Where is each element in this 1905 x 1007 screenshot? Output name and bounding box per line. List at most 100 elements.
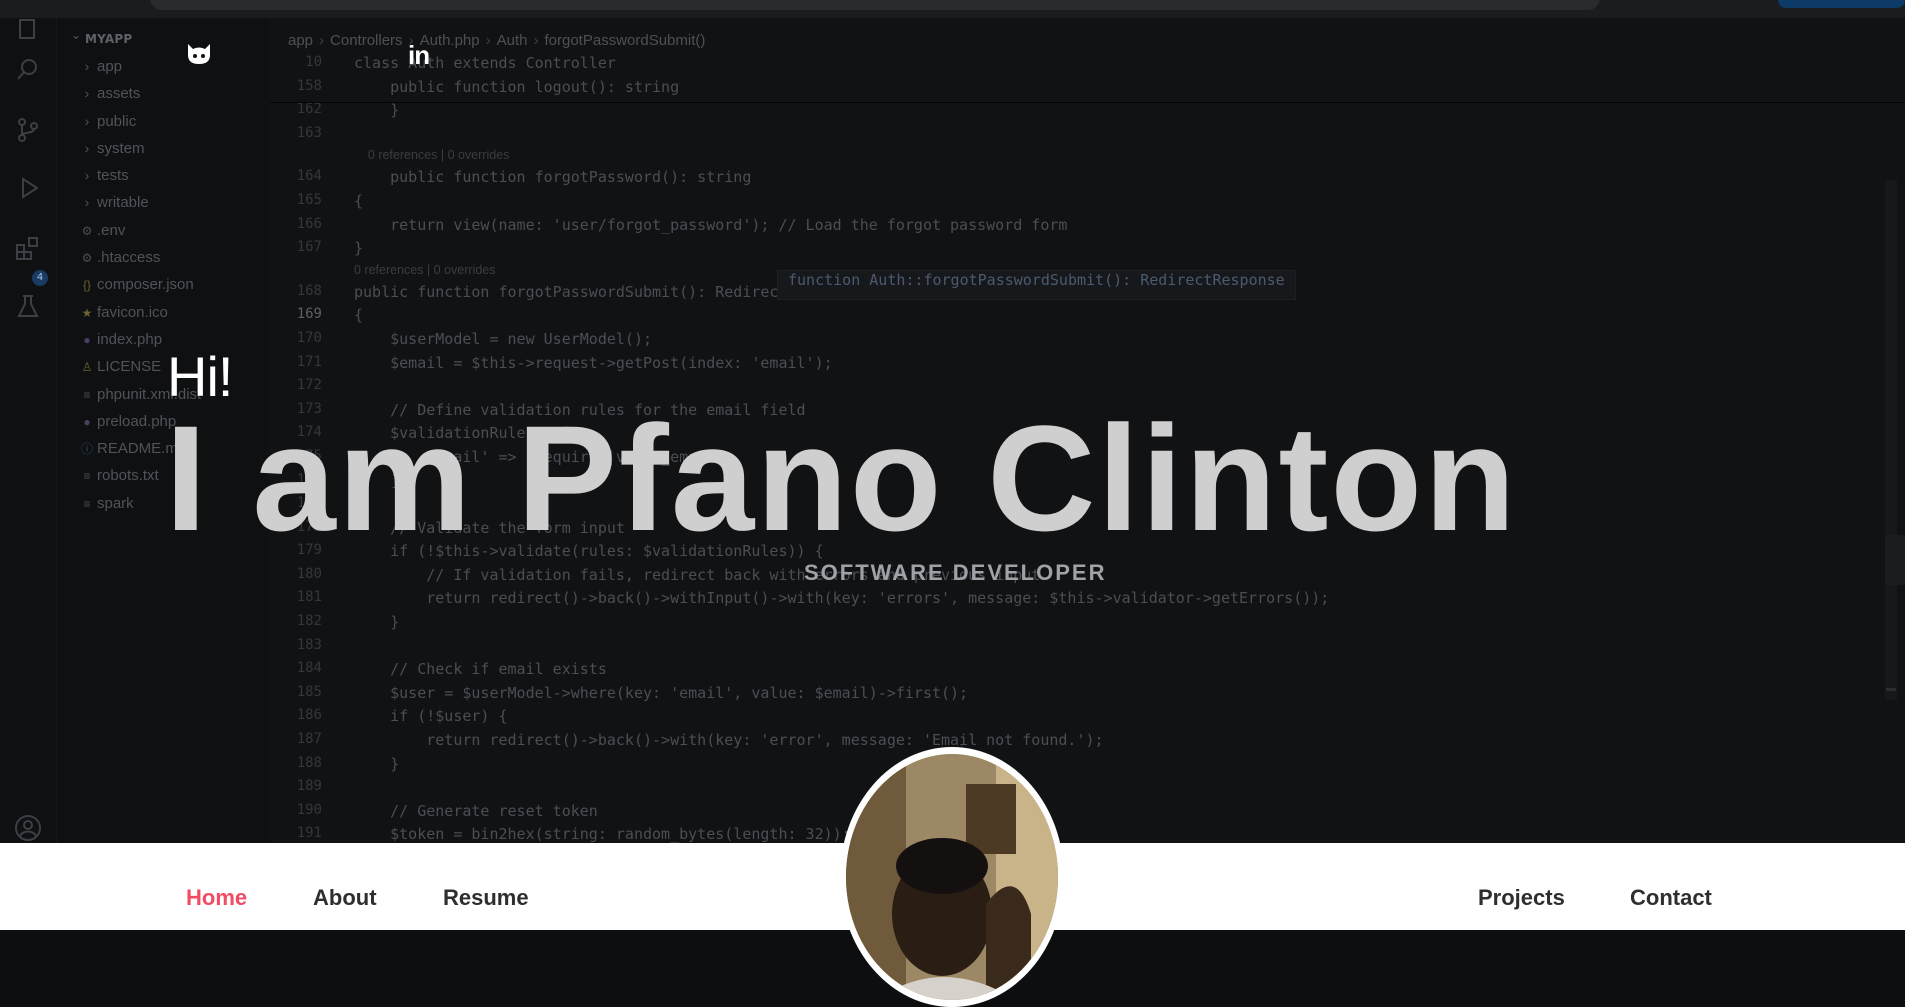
- code-line: 162 }: [270, 101, 1905, 125]
- nav-home-link[interactable]: Home: [186, 885, 247, 911]
- code-line: 186 if (!$user) {: [270, 707, 1905, 731]
- code-line: 190 // Generate reset token: [270, 802, 1905, 826]
- line-number: 187: [296, 731, 322, 748]
- explorer-file[interactable]: ★ favicon.ico: [57, 304, 269, 331]
- breadcrumb-item[interactable]: app: [288, 32, 313, 49]
- code-line: 191 $token = bin2hex(string: random_byte…: [270, 825, 1905, 843]
- linkedin-icon[interactable]: in: [408, 40, 430, 71]
- explorer-item-label: composer.json: [97, 276, 194, 294]
- explorer-file[interactable]: ⚙ .env: [57, 222, 269, 249]
- code-line: 158 public function logout(): string: [270, 78, 1905, 102]
- breadcrumb-item[interactable]: forgotPasswordSubmit(): [544, 32, 705, 49]
- line-text: 0 references | 0 overrides: [354, 148, 510, 163]
- explorer-item-label: assets: [97, 85, 141, 103]
- hero-name: I am Pfano Clinton: [165, 394, 1518, 562]
- extensions-badge: 4: [32, 270, 48, 286]
- line-text: }: [354, 101, 400, 120]
- code-line: 163: [270, 125, 1905, 149]
- search-icon: [17, 59, 37, 80]
- line-number: 169: [296, 306, 322, 323]
- line-number: 186: [296, 707, 322, 724]
- code-line: 169 {: [270, 306, 1905, 330]
- nav-projects-link[interactable]: Projects: [1478, 885, 1565, 911]
- activity-bar: 4: [0, 18, 57, 843]
- line-text: $email = $this->request->getPost(index: …: [354, 353, 833, 372]
- explorer-root-label[interactable]: MYAPP: [71, 28, 132, 46]
- code-line: 185 $user = $userModel->where(key: 'emai…: [270, 684, 1905, 708]
- line-text: if (!$user) {: [354, 707, 508, 726]
- github-icon[interactable]: [185, 42, 213, 66]
- line-number: 184: [296, 660, 322, 677]
- line-number: 166: [296, 215, 322, 232]
- explorer-item-label: favicon.ico: [97, 303, 168, 321]
- code-line: 171 $email = $this->request->getPost(ind…: [270, 354, 1905, 378]
- files-icon: [19, 19, 35, 39]
- testing-flask-icon: [17, 295, 39, 317]
- explorer-item-label: robots.txt: [97, 467, 159, 485]
- explorer-folder[interactable]: › system: [57, 140, 269, 167]
- explorer-file[interactable]: ⚙ .htaccess: [57, 249, 269, 276]
- line-number: 185: [296, 683, 322, 700]
- line-text: {: [354, 191, 364, 210]
- line-number: 171: [296, 353, 322, 370]
- extensions-icon: [16, 237, 38, 260]
- line-number: 165: [296, 191, 322, 208]
- nav-resume-link[interactable]: Resume: [443, 885, 529, 911]
- line-number: 189: [296, 778, 322, 795]
- license-icon: ♙: [81, 360, 93, 375]
- line-text: return redirect()->back()->with(key: 'er…: [354, 731, 1104, 750]
- line-text: class Auth extends Controller: [354, 54, 616, 72]
- breadcrumb-item[interactable]: Controllers: [330, 32, 403, 49]
- line-text: return view(name: 'user/forgot_password'…: [354, 215, 1068, 234]
- top-blue-button: [1778, 0, 1905, 8]
- line-text: $userModel = new UserModel();: [354, 329, 653, 348]
- code-line: 189: [270, 778, 1905, 802]
- explorer-file[interactable]: ♙ LICENSE: [57, 358, 269, 385]
- breadcrumb-item[interactable]: Auth: [497, 32, 528, 49]
- code-line: 187 return redirect()->back()->with(key:…: [270, 731, 1905, 755]
- code-line: 170 $userModel = new UserModel();: [270, 330, 1905, 354]
- explorer-item-label: tests: [97, 167, 129, 185]
- code-line: 182 }: [270, 613, 1905, 637]
- explorer-item-label: spark: [97, 494, 134, 512]
- editor-scrollbar[interactable]: [1885, 180, 1897, 700]
- chevron-right-icon: ›: [84, 58, 90, 74]
- nav-contact-link[interactable]: Contact: [1630, 885, 1712, 911]
- hover-tooltip: function Auth::forgotPasswordSubmit(): R…: [777, 270, 1296, 300]
- explorer-file[interactable]: ● index.php: [57, 331, 269, 358]
- explorer-item-label: system: [97, 139, 145, 157]
- braces-icon: {}: [82, 278, 91, 293]
- line-number: 10: [305, 54, 322, 70]
- line-number: 191: [296, 825, 322, 842]
- line-number: 158: [296, 77, 322, 94]
- line-number: 190: [296, 801, 322, 818]
- line-number: 183: [296, 636, 322, 653]
- line-number: 170: [296, 329, 322, 346]
- line-text: return redirect()->back()->withInput()->…: [354, 589, 1330, 608]
- lines-icon: ≡: [83, 496, 91, 511]
- line-text: public function logout(): string: [354, 77, 680, 96]
- explorer-folder[interactable]: › app: [57, 58, 269, 85]
- explorer-item-label: writable: [97, 194, 149, 212]
- explorer-item-label: app: [97, 58, 123, 75]
- line-text: // Check if email exists: [354, 660, 607, 679]
- explorer-folder[interactable]: › assets: [57, 85, 269, 112]
- code-line: 181 return redirect()->back()->withInput…: [270, 589, 1905, 613]
- explorer-folder[interactable]: › public: [57, 113, 269, 140]
- browser-top-strip: [0, 0, 1905, 18]
- codelens-hint: 0 references | 0 overrides: [270, 148, 1905, 168]
- breadcrumb-separator: ›: [533, 32, 539, 49]
- line-number: 167: [296, 239, 322, 256]
- explorer-file[interactable]: {} composer.json: [57, 276, 269, 303]
- nav-about-link[interactable]: About: [313, 885, 377, 911]
- explorer-folder[interactable]: › tests: [57, 167, 269, 194]
- profile-photo: [846, 754, 1058, 1000]
- code-line: 183: [270, 637, 1905, 661]
- explorer-folder[interactable]: › writable: [57, 194, 269, 221]
- hero-role: SOFTWARE DEVELOPER: [804, 560, 1107, 585]
- minimap-slider: [1885, 535, 1905, 585]
- breadcrumb-separator: ›: [319, 32, 325, 49]
- code-line: 167}: [270, 239, 1905, 263]
- line-text: }: [354, 754, 400, 773]
- code-line: 184 // Check if email exists: [270, 660, 1905, 684]
